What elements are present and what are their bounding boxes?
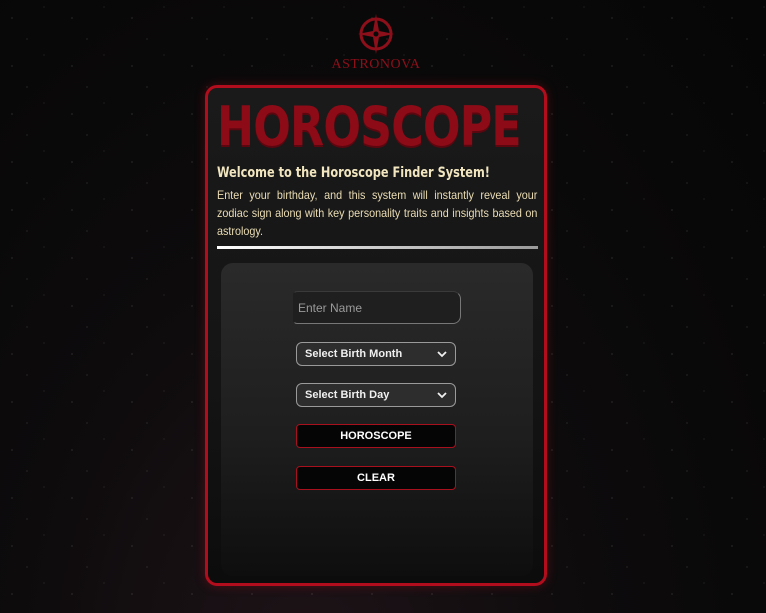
brand-logo: ASTRONOVA <box>330 12 422 74</box>
horoscope-button[interactable]: HOROSCOPE <box>296 424 456 448</box>
welcome-heading: Welcome to the Horoscope Finder System! <box>217 165 490 181</box>
divider <box>217 246 538 249</box>
brand-name: ASTRONOVA <box>331 57 421 72</box>
birth-day-select-label: Select Birth Day <box>305 389 390 401</box>
birth-month-select[interactable]: Select Birth Month <box>296 342 456 366</box>
birth-day-select[interactable]: Select Birth Day <box>296 383 456 407</box>
birth-month-select-label: Select Birth Month <box>305 348 403 360</box>
name-input[interactable] <box>293 291 461 324</box>
chevron-down-icon <box>437 351 447 358</box>
chevron-down-icon <box>437 392 447 399</box>
page-title: HOROSCOPE <box>217 95 522 158</box>
horoscope-card: HOROSCOPE Welcome to the Horoscope Finde… <box>205 85 547 586</box>
description-text: Enter your birthday, and this system wil… <box>217 188 538 238</box>
form-panel: Select Birth Month Select Birth Day HORO… <box>221 263 533 576</box>
compass-star-icon <box>358 14 394 54</box>
clear-button[interactable]: CLEAR <box>296 466 456 490</box>
